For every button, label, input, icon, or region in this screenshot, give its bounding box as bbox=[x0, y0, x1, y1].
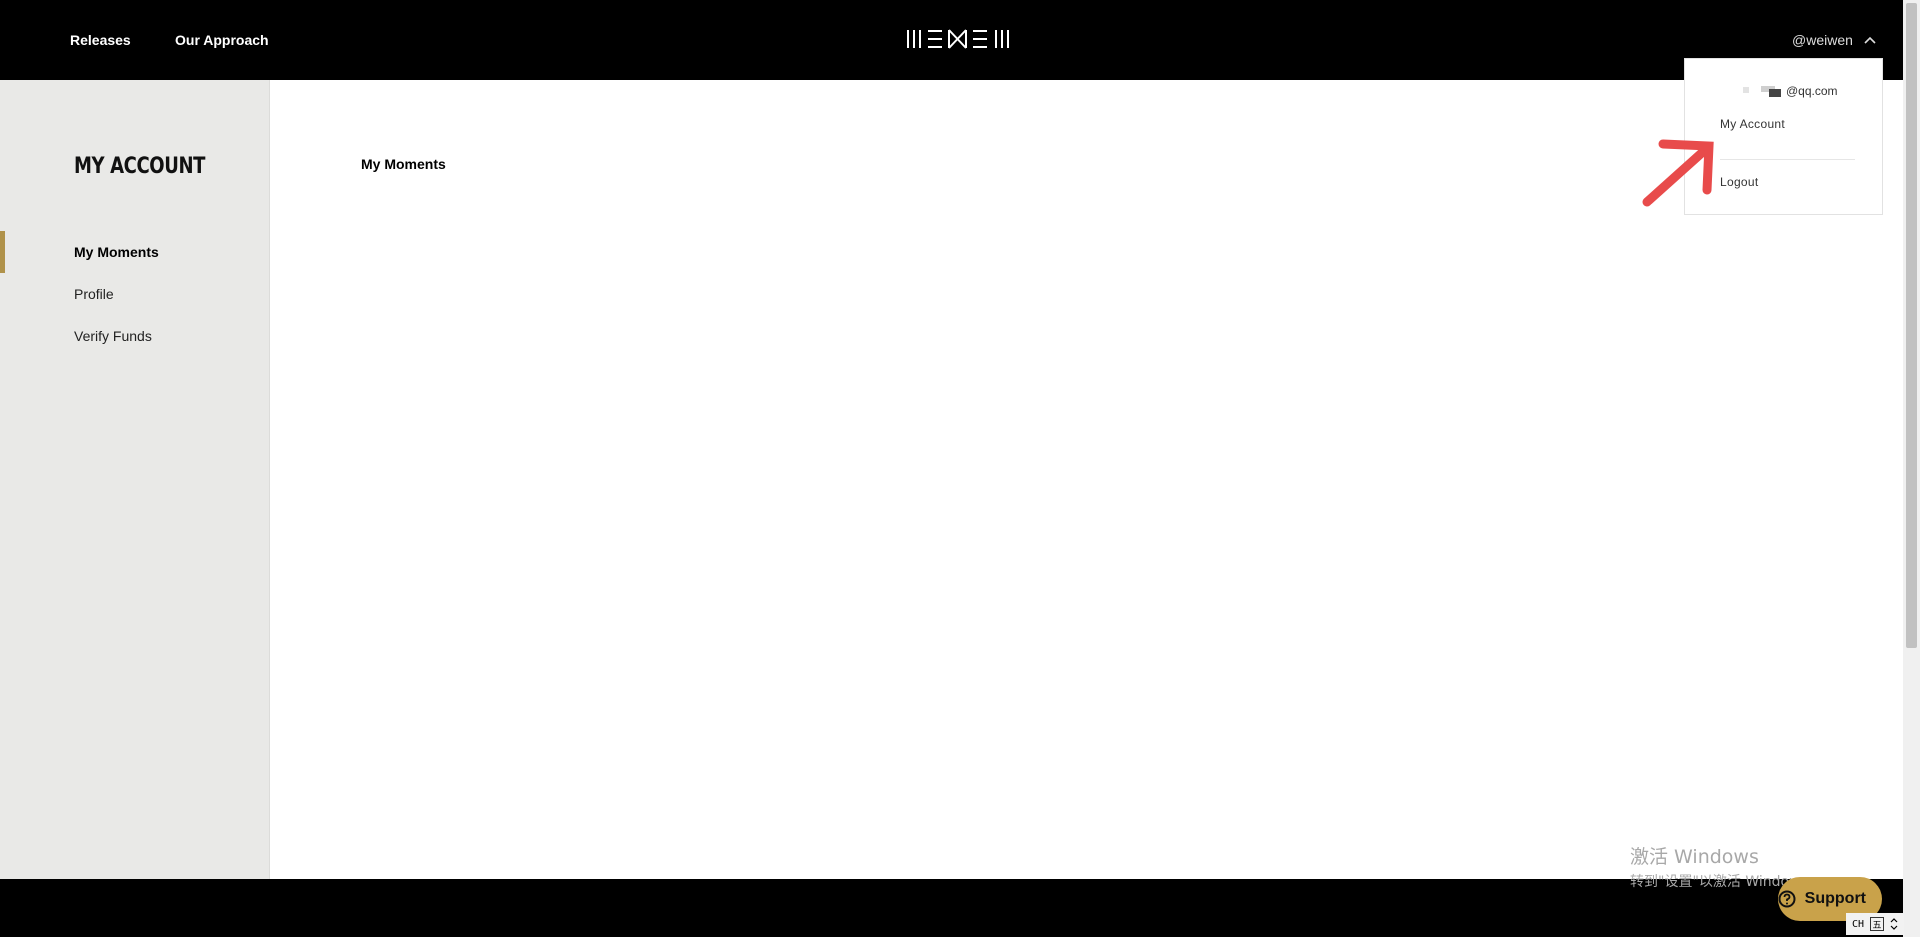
help-icon bbox=[1778, 890, 1796, 908]
page-title: My Moments bbox=[361, 156, 446, 172]
active-indicator bbox=[0, 231, 5, 273]
account-sidebar: MY ACCOUNT My Moments Profile Verify Fun… bbox=[0, 80, 270, 879]
sidebar-item-profile[interactable]: Profile bbox=[74, 286, 114, 302]
top-header: Releases Our Approach @weiwen bbox=[0, 0, 1920, 80]
watermark-line1: 激活 Windows bbox=[1630, 846, 1759, 868]
system-tray: CH 五 bbox=[1846, 913, 1905, 935]
sidebar-item-verify-funds[interactable]: Verify Funds bbox=[74, 328, 152, 344]
nav-releases-link[interactable]: Releases bbox=[70, 32, 131, 48]
dropdown-item-logout[interactable]: Logout bbox=[1720, 175, 1759, 189]
ime-icon[interactable]: 五 bbox=[1870, 917, 1885, 931]
dropdown-divider bbox=[1720, 159, 1855, 160]
sidebar-title: MY ACCOUNT bbox=[74, 154, 206, 179]
dropdown-item-my-account[interactable]: My Account bbox=[1720, 117, 1785, 131]
page-scrollbar[interactable] bbox=[1903, 0, 1920, 937]
brand-logo-icon[interactable] bbox=[906, 28, 1026, 50]
username-label: @weiwen bbox=[1792, 32, 1853, 48]
sidebar-item-my-moments[interactable]: My Moments bbox=[74, 244, 159, 260]
account-email: @qq.com bbox=[1786, 84, 1838, 98]
updown-arrows-icon bbox=[1890, 918, 1898, 930]
support-label: Support bbox=[1804, 890, 1866, 907]
scrollbar-thumb[interactable] bbox=[1906, 3, 1917, 648]
chevron-up-icon bbox=[1864, 36, 1876, 44]
input-language[interactable]: CH bbox=[1852, 919, 1864, 930]
email-redaction bbox=[1735, 84, 1785, 97]
nav-our-approach-link[interactable]: Our Approach bbox=[175, 32, 269, 48]
user-menu-toggle[interactable]: @weiwen bbox=[1792, 32, 1877, 48]
annotation-arrow-icon bbox=[1642, 139, 1714, 207]
